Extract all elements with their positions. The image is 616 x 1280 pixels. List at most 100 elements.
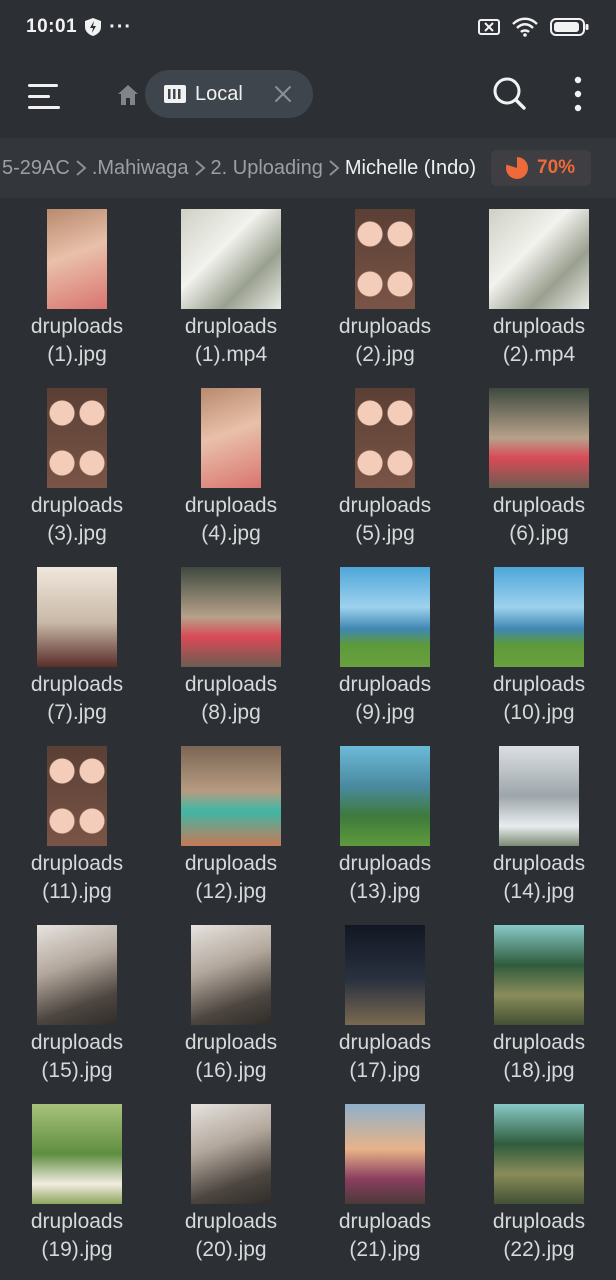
close-icon[interactable] [273, 84, 293, 104]
file-name: druploads (20).jpg [154, 1208, 308, 1264]
file-item[interactable]: druploads (2).jpg [308, 198, 462, 377]
home-icon[interactable] [117, 84, 139, 106]
status-bar: 10:01 ··· [0, 0, 616, 54]
file-item[interactable]: druploads (17).jpg [308, 914, 462, 1093]
file-thumbnail[interactable] [345, 1104, 425, 1204]
file-item[interactable]: druploads (12).jpg [154, 735, 308, 914]
file-name-line1: druploads [184, 1031, 278, 1054]
file-thumbnail[interactable] [37, 925, 117, 1025]
file-name-line1: druploads [492, 315, 586, 338]
file-name: druploads (4).jpg [154, 492, 308, 548]
file-name-line1: druploads [492, 494, 586, 517]
sim-off-icon [478, 19, 500, 35]
file-thumbnail[interactable] [181, 746, 281, 846]
file-item[interactable]: druploads (9).jpg [308, 556, 462, 735]
file-item[interactable]: druploads (22).jpg [462, 1093, 616, 1272]
file-name-line1: druploads [492, 1031, 586, 1054]
file-name-line2: (11).jpg [42, 880, 112, 903]
file-item[interactable]: druploads (5).jpg [308, 377, 462, 556]
file-name-line1: druploads [338, 673, 432, 696]
file-thumbnail[interactable] [47, 746, 107, 846]
file-name: druploads (5).jpg [308, 492, 462, 548]
menu-icon[interactable] [26, 82, 62, 112]
file-item[interactable]: druploads (1).jpg [0, 198, 154, 377]
storage-usage-badge[interactable]: 70% [491, 150, 591, 186]
chevron-right-icon [329, 160, 340, 176]
file-name-line2: (19).jpg [41, 1238, 113, 1261]
status-time: 10:01 [26, 16, 78, 37]
file-thumbnail[interactable] [47, 209, 107, 309]
file-thumbnail[interactable] [355, 388, 415, 488]
file-thumbnail[interactable] [32, 1104, 122, 1204]
file-name: druploads (3).jpg [0, 492, 154, 548]
file-item[interactable]: druploads (4).jpg [154, 377, 308, 556]
file-item[interactable]: druploads (18).jpg [462, 914, 616, 1093]
file-thumbnail[interactable] [201, 388, 261, 488]
file-name-line1: druploads [184, 852, 278, 875]
file-thumbnail[interactable] [345, 925, 425, 1025]
file-item[interactable]: druploads (1).mp4 [154, 198, 308, 377]
file-thumbnail[interactable] [489, 209, 589, 309]
file-item[interactable]: druploads (6).jpg [462, 377, 616, 556]
breadcrumb-item[interactable]: 5-29AC [2, 157, 70, 180]
file-item[interactable]: druploads (13).jpg [308, 735, 462, 914]
file-thumbnail[interactable] [181, 567, 281, 667]
file-name-line2: (2).jpg [355, 343, 415, 366]
file-name-line1: druploads [338, 852, 432, 875]
file-thumbnail[interactable] [494, 925, 584, 1025]
file-name: druploads (16).jpg [154, 1029, 308, 1085]
file-item[interactable]: druploads (15).jpg [0, 914, 154, 1093]
file-thumbnail[interactable] [181, 209, 281, 309]
file-item[interactable]: druploads (16).jpg [154, 914, 308, 1093]
file-item[interactable]: druploads (11).jpg [0, 735, 154, 914]
breadcrumb-item[interactable]: 2. Uploading [211, 157, 323, 180]
file-thumbnail[interactable] [340, 746, 430, 846]
file-thumbnail[interactable] [499, 746, 579, 846]
storage-icon [164, 85, 186, 103]
file-thumbnail[interactable] [494, 1104, 584, 1204]
file-item[interactable]: druploads (7).jpg [0, 556, 154, 735]
file-name-line2: (20).jpg [195, 1238, 267, 1261]
file-name: druploads (21).jpg [308, 1208, 462, 1264]
file-name-line1: druploads [30, 494, 124, 517]
toolbar: Local [0, 54, 616, 138]
file-item[interactable]: druploads (2).mp4 [462, 198, 616, 377]
file-name: druploads (12).jpg [154, 850, 308, 906]
file-name: druploads (1).jpg [0, 313, 154, 369]
file-thumbnail[interactable] [37, 567, 117, 667]
file-thumbnail[interactable] [494, 567, 584, 667]
local-tab-label: Local [195, 83, 243, 105]
file-name: druploads (11).jpg [0, 850, 154, 906]
file-name: druploads (19).jpg [0, 1208, 154, 1264]
file-thumbnail[interactable] [191, 925, 271, 1025]
file-thumbnail[interactable] [191, 1104, 271, 1204]
file-name: druploads (7).jpg [0, 671, 154, 727]
file-item[interactable]: druploads (10).jpg [462, 556, 616, 735]
file-item[interactable]: druploads (19).jpg [0, 1093, 154, 1272]
file-item[interactable]: druploads (20).jpg [154, 1093, 308, 1272]
file-thumbnail[interactable] [47, 388, 107, 488]
local-tab[interactable]: Local [145, 70, 313, 118]
file-name-line1: druploads [338, 1031, 432, 1054]
file-thumbnail[interactable] [355, 209, 415, 309]
file-item[interactable]: druploads (14).jpg [462, 735, 616, 914]
file-name-line1: druploads [492, 1210, 586, 1233]
file-name: druploads (14).jpg [462, 850, 616, 906]
file-name-line2: (15).jpg [41, 1059, 113, 1082]
file-name-line2: (7).jpg [47, 701, 107, 724]
file-name-line1: druploads [492, 852, 586, 875]
file-item[interactable]: druploads (21).jpg [308, 1093, 462, 1272]
file-item[interactable]: druploads (8).jpg [154, 556, 308, 735]
file-name: druploads (1).mp4 [154, 313, 308, 369]
search-icon[interactable] [492, 76, 526, 110]
file-thumbnail[interactable] [340, 567, 430, 667]
file-item[interactable]: druploads (3).jpg [0, 377, 154, 556]
file-name-line1: druploads [338, 494, 432, 517]
file-thumbnail[interactable] [489, 388, 589, 488]
breadcrumb-item[interactable]: .Mahiwaga [92, 157, 189, 180]
file-name-line2: (8).jpg [201, 701, 261, 724]
breadcrumb-current[interactable]: Michelle (Indo) [345, 157, 476, 180]
more-vert-icon[interactable] [570, 76, 586, 112]
file-name-line1: druploads [184, 494, 278, 517]
file-name-line1: druploads [30, 852, 124, 875]
